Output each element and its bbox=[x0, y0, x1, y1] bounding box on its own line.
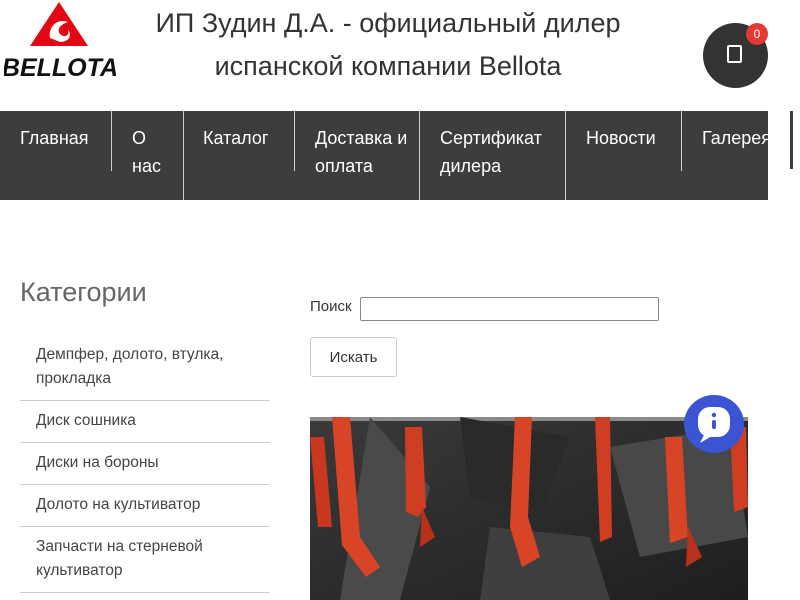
chat-widget-button[interactable] bbox=[684, 395, 744, 453]
nav-item-home[interactable]: Главная bbox=[20, 111, 115, 200]
category-item[interactable]: Диски на бороны bbox=[20, 443, 270, 485]
nav-divider bbox=[565, 111, 566, 200]
category-item[interactable]: Запчасти на стерневой культиватор bbox=[20, 527, 270, 593]
nav-item-catalog[interactable]: Каталог bbox=[203, 111, 288, 200]
nav-overflow-edge bbox=[790, 111, 793, 169]
cart-icon bbox=[727, 45, 742, 63]
category-item[interactable]: Долото на культиватор bbox=[20, 485, 270, 527]
nav-divider bbox=[183, 111, 184, 200]
product-image bbox=[310, 417, 748, 600]
category-item[interactable]: Демпфер, долото, втулка, прокладка bbox=[20, 335, 270, 401]
search-button[interactable]: Искать bbox=[310, 337, 397, 377]
nav-item-gallery[interactable]: Галерея bbox=[702, 111, 768, 200]
nav-divider bbox=[419, 111, 420, 200]
bellota-logo[interactable]: BELLOTA bbox=[2, 2, 118, 82]
category-list: Демпфер, долото, втулка, прокладка Диск … bbox=[20, 335, 270, 593]
cart-count-badge: 0 bbox=[746, 23, 768, 45]
nav-item-delivery[interactable]: Доставка и оплата bbox=[315, 111, 410, 200]
nav-divider bbox=[111, 111, 112, 171]
search-label: Поиск bbox=[310, 298, 352, 315]
search-input[interactable] bbox=[360, 297, 659, 321]
site-title: ИП Зудин Д.А. - официальный дилер испанс… bbox=[155, 8, 621, 81]
chat-icon bbox=[698, 407, 730, 443]
nav-item-news[interactable]: Новости bbox=[586, 111, 676, 200]
main-nav: Главная О нас Каталог Доставка и оплата … bbox=[0, 111, 768, 200]
cart-button[interactable]: 0 bbox=[703, 23, 768, 88]
nav-divider bbox=[681, 111, 682, 171]
categories-title: Категории bbox=[20, 277, 147, 307]
category-item[interactable]: Диск сошника bbox=[20, 401, 270, 443]
logo-text: BELLOTA bbox=[4, 54, 116, 80]
nav-item-about[interactable]: О нас bbox=[132, 111, 177, 200]
nav-item-certificate[interactable]: Сертификат дилера bbox=[440, 111, 555, 200]
nav-divider bbox=[294, 111, 295, 171]
